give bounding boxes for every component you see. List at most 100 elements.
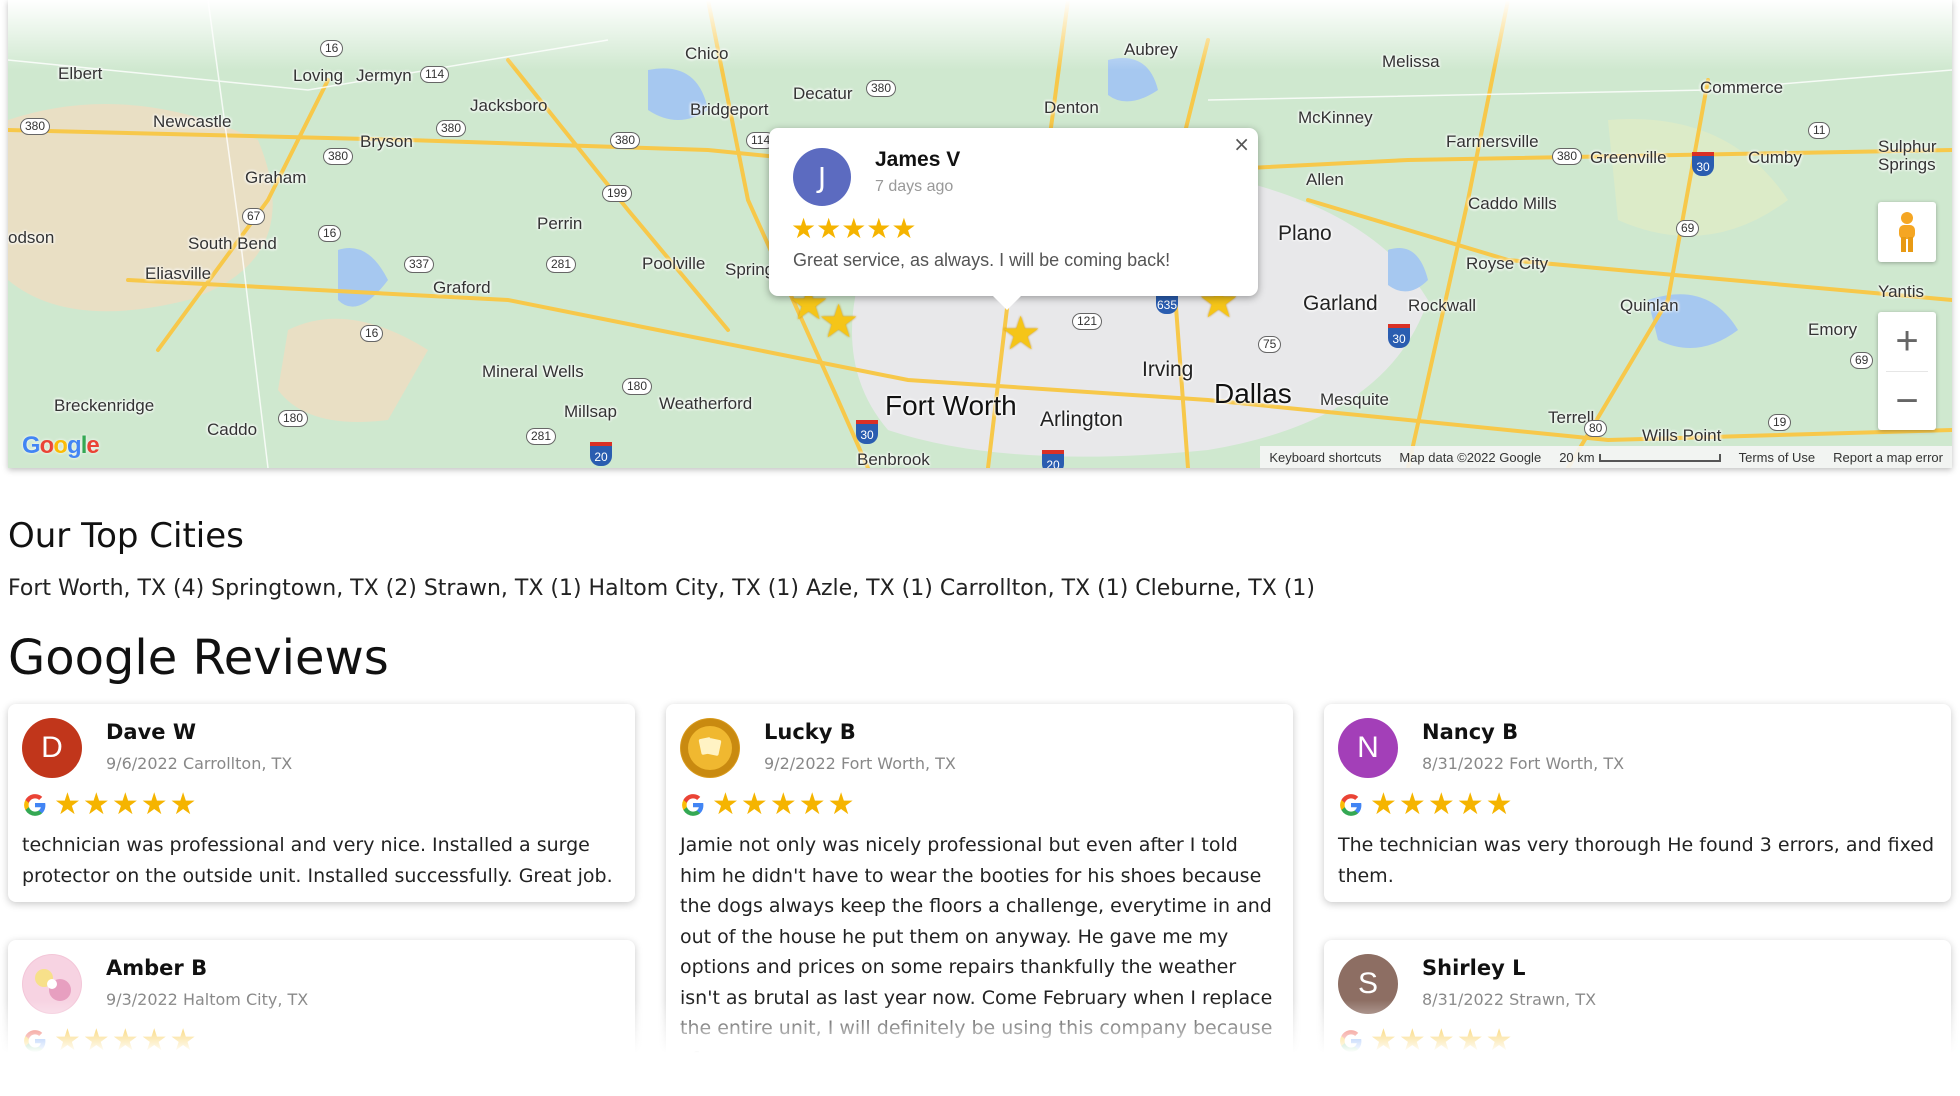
review-text: Great service, as always. I will be comi… [793, 250, 1171, 270]
terms-link[interactable]: Terms of Use [1730, 450, 1825, 465]
route-shield: 19 [1768, 414, 1792, 431]
route-shield: 281 [526, 428, 557, 445]
place-label: Eliasville [145, 264, 212, 283]
route-shield: 380 [1552, 148, 1583, 165]
review-date-location: 8/31/2022 Fort Worth, TX [1422, 754, 1625, 773]
google-logo[interactable]: Google [22, 432, 100, 460]
street-view-pegman[interactable] [1878, 202, 1936, 262]
place-label: Greenville [1590, 148, 1667, 167]
star-rating: ★★★★★ [791, 212, 917, 245]
place-label: Yantis [1878, 282, 1924, 301]
interstate-shield: 30 [856, 420, 878, 444]
reviewer-name: Nancy B [1422, 720, 1519, 744]
review-card: S Shirley L 8/31/2022 Strawn, TX ★ ★ ★ ★ ★ [1324, 940, 1951, 1080]
star-icon: ★ [54, 1023, 81, 1058]
review-card: Lucky B 9/2/2022 Fort Worth, TX ★ ★ ★ ★ ★ Jamie… [666, 704, 1293, 1064]
star-icon: ★ [1456, 787, 1484, 822]
place-label: Chico [685, 44, 729, 63]
route-shield: 16 [318, 225, 342, 242]
place-label: Millsap [564, 402, 617, 421]
avatar: D [22, 718, 82, 778]
review-card: N Nancy B 8/31/2022 Fort Worth, TX ★ ★ ★ ★ ★ The… [1324, 704, 1951, 902]
place-label: Arlington [1040, 408, 1123, 431]
route-shield: 75 [1258, 336, 1282, 353]
review-marker[interactable]: ★ [818, 298, 859, 344]
place-label: Farmersville [1446, 132, 1539, 151]
report-error-link[interactable]: Report a map error [1824, 450, 1952, 465]
place-label: Dallas [1214, 378, 1292, 409]
avatar [680, 718, 740, 778]
star-icon: ★ [1485, 787, 1513, 822]
avatar: J [793, 148, 851, 206]
route-shield: 69 [1676, 220, 1700, 237]
review-date-location: 9/6/2022 Carrollton, TX [106, 754, 293, 773]
reviewer-name: Dave W [106, 720, 197, 744]
star-icon: ★ [712, 787, 739, 822]
star-icon: ★ [1370, 787, 1397, 822]
star-icon: ★ [111, 787, 139, 822]
map-data-text: Map data ©2022 Google [1399, 449, 1542, 465]
google-g-icon [24, 794, 46, 816]
place-label: Bryson [360, 132, 413, 151]
review-text: technician was professional and very nic… [22, 834, 613, 887]
place-label: Benbrook [857, 450, 930, 468]
review-marker[interactable]: ★ [1000, 310, 1041, 356]
place-label: South Bend [188, 234, 277, 253]
map-scale[interactable]: 20 km [1550, 450, 1729, 465]
google-g-icon [682, 794, 704, 816]
place-label: Decatur [793, 84, 853, 103]
route-shield: 16 [360, 325, 384, 342]
star-rating: ★★★★★ [22, 1026, 199, 1056]
interstate-shield: 30 [1692, 152, 1714, 176]
place-label: Garland [1303, 292, 1378, 315]
route-shield: 281 [546, 256, 577, 273]
star-rating: ★★★★★ [1338, 1026, 1515, 1056]
place-label: Mesquite [1320, 390, 1389, 409]
avatar-image [23, 955, 81, 1013]
star-icon: ★ [769, 787, 797, 822]
place-label: Poolville [642, 254, 706, 273]
star-rating: ★★★★★ [22, 790, 199, 820]
place-label: Caddo [207, 420, 258, 439]
zoom-in-button[interactable]: + [1878, 312, 1936, 371]
star-icon: ★ [140, 787, 168, 822]
place-label: Bridgeport [690, 100, 769, 119]
star-icon: ★ [1398, 787, 1426, 822]
keyboard-shortcuts-link[interactable]: Keyboard shortcuts [1260, 450, 1390, 465]
star-icon: ★ [82, 1023, 110, 1058]
route-shield: 180 [278, 410, 309, 427]
place-label: Wills Point [1642, 426, 1722, 445]
interstate-shield: 20 [1042, 450, 1064, 468]
place-label: Newcastle [153, 112, 232, 131]
place-label: Irving [1142, 358, 1194, 381]
place-label: McKinney [1298, 108, 1373, 127]
google-g-icon [1340, 1030, 1362, 1052]
route-shield: 121 [1072, 313, 1103, 330]
review-date-location: 9/2/2022 Fort Worth, TX [764, 754, 956, 773]
place-label: Weatherford [659, 394, 753, 413]
route-shield: 380 [323, 148, 354, 165]
review-time: 7 days ago [875, 178, 954, 195]
place-label: Emory [1808, 320, 1858, 339]
star-icon: ★ [169, 787, 197, 822]
zoom-out-button[interactable]: − [1878, 372, 1936, 431]
place-label: Allen [1306, 170, 1344, 189]
place-label: Jacksboro [470, 96, 548, 115]
close-icon[interactable]: × [1233, 132, 1250, 156]
place-label: Denton [1044, 98, 1099, 117]
avatar: S [1338, 954, 1398, 1014]
google-reviews-heading: Google Reviews [8, 630, 389, 686]
star-icon: ★ [1485, 1023, 1513, 1058]
star-icon: ★ [82, 787, 110, 822]
star-icon: ★ [1456, 1023, 1484, 1058]
place-label: Aubrey [1124, 40, 1178, 59]
star-rating: ★★★★★ [1338, 790, 1515, 820]
route-shield: 67 [242, 208, 266, 225]
star-icon: ★ [54, 787, 81, 822]
star-icon: ★ [169, 1023, 197, 1058]
place-label: Graford [433, 278, 491, 297]
reviewer-name: Amber B [106, 956, 208, 980]
place-label: Loving [293, 66, 344, 85]
place-label: Melissa [1382, 52, 1440, 71]
review-card: Amber B 9/3/2022 Haltom City, TX ★ ★ ★ ★ ★ [8, 940, 635, 1080]
